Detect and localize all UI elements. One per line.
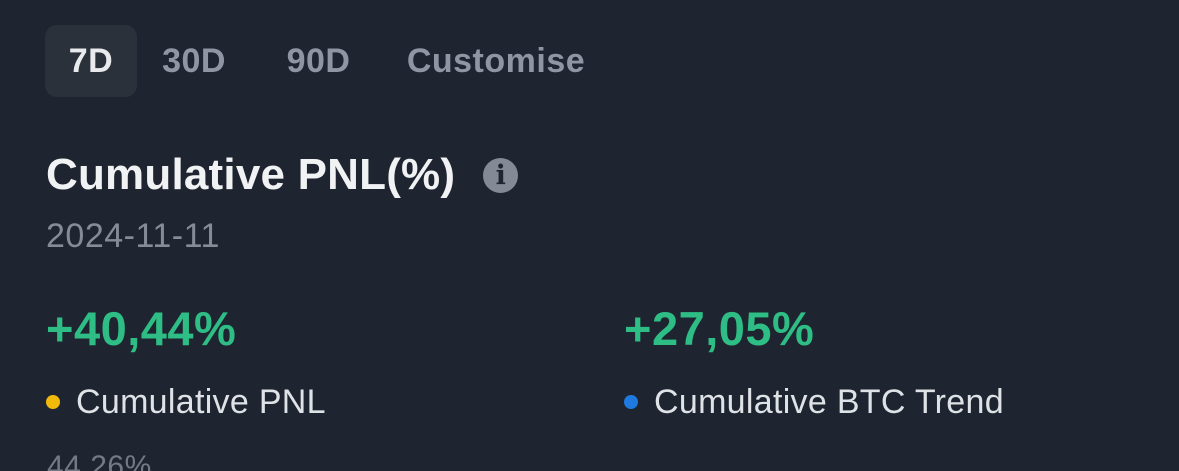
page-title: Cumulative PNL(%) <box>46 150 456 199</box>
time-range-tabs: 7D 30D 90D Customise <box>45 25 606 97</box>
cumulative-pnl-legend: Cumulative PNL <box>46 385 326 419</box>
cumulative-btc-trend-label: Cumulative BTC Trend <box>654 383 1004 421</box>
cumulative-btc-trend-legend: Cumulative BTC Trend <box>624 385 1004 419</box>
cumulative-pnl-value: +40,44% <box>46 302 237 355</box>
title-row: Cumulative PNL(%) i <box>46 150 519 200</box>
tab-7d[interactable]: 7D <box>45 25 137 97</box>
blue-dot-icon <box>624 395 638 409</box>
cumulative-pnl-label: Cumulative PNL <box>76 383 326 421</box>
partial-axis-value: 44,26% <box>47 450 152 471</box>
date-label: 2024-11-11 <box>46 217 220 255</box>
tab-90d[interactable]: 90D <box>251 25 386 97</box>
cumulative-btc-trend-metric: +27,05% Cumulative BTC Trend <box>624 305 1004 419</box>
tab-customise[interactable]: Customise <box>386 25 606 97</box>
tab-30d[interactable]: 30D <box>137 25 251 97</box>
cumulative-btc-trend-value: +27,05% <box>624 302 815 355</box>
info-icon[interactable]: i <box>483 157 519 193</box>
yellow-dot-icon <box>46 395 60 409</box>
cumulative-pnl-panel: 7D 30D 90D Customise Cumulative PNL(%) i… <box>0 0 1179 471</box>
cumulative-pnl-metric: +40,44% Cumulative PNL <box>46 305 326 419</box>
